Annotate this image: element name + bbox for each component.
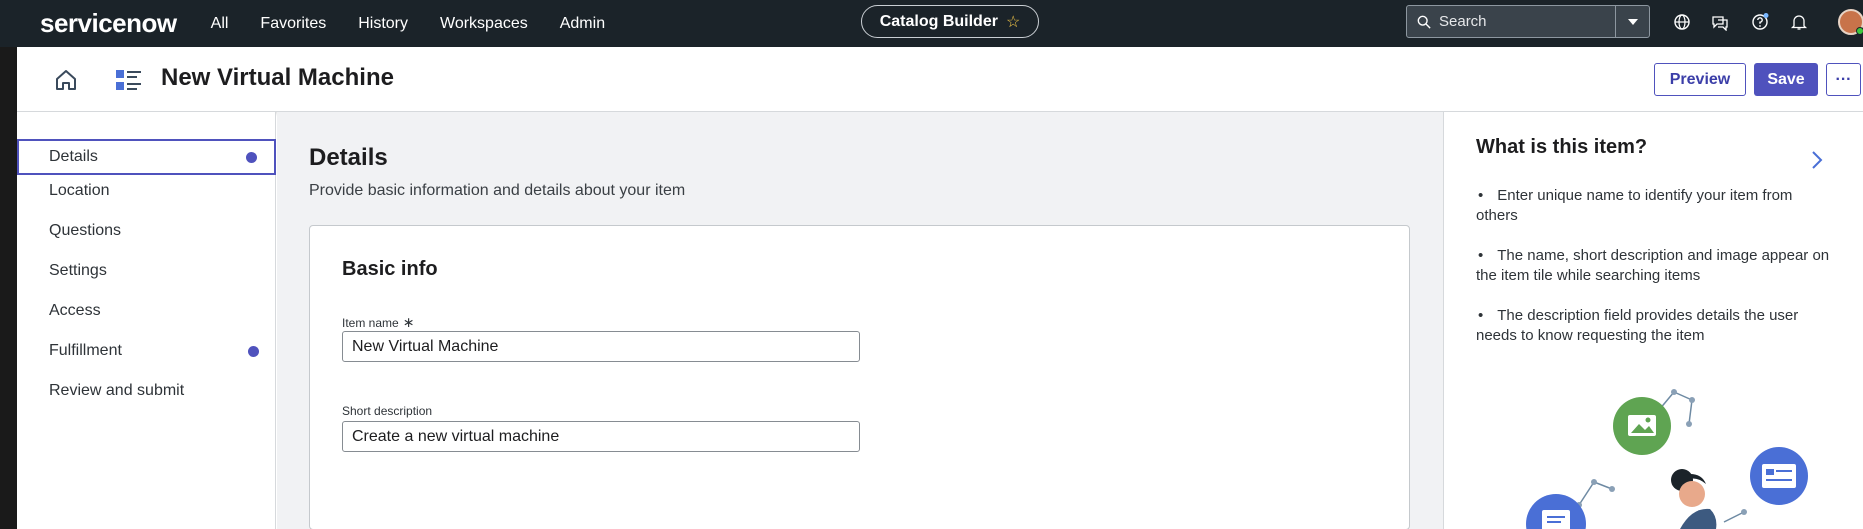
section-subtitle: Provide basic information and details ab… [309,182,686,199]
nav-workspaces[interactable]: Workspaces [440,15,528,33]
preview-button[interactable]: Preview [1654,63,1746,96]
help-item: The description field provides details t… [1476,306,1831,346]
card-title: Basic info [342,258,438,280]
step-label: Questions [49,222,122,239]
step-label: Details [49,148,98,165]
page-header: New Virtual Machine Preview Save ··· [17,47,1863,112]
user-avatar[interactable] [1838,9,1863,35]
item-name-input[interactable] [342,331,860,362]
step-location[interactable]: Location [17,173,276,209]
image-circle-icon [1613,397,1671,455]
step-label: Access [49,302,101,319]
section-title: Details [309,144,388,171]
step-label: Settings [49,262,107,279]
card-circle-icon [1750,447,1808,505]
main-content: Details Provide basic information and de… [277,112,1443,529]
save-button[interactable]: Save [1754,63,1818,96]
step-indicator-dot [246,151,257,163]
bell-icon[interactable] [1790,13,1808,31]
chevron-right-icon[interactable] [1810,149,1824,171]
search-icon [1417,15,1431,29]
step-label: Fulfillment [49,342,122,359]
basic-info-card: Basic info Item name∗ Short description [309,225,1410,529]
context-pill[interactable]: Catalog Builder ☆ [861,5,1039,38]
home-icon[interactable] [53,67,79,93]
item-name-label-text: Item name [342,316,399,330]
help-item: Enter unique name to identify your item … [1476,186,1831,226]
nav-all[interactable]: All [211,15,229,33]
step-questions[interactable]: Questions [17,213,276,249]
person-figure-illustration [1671,469,1717,529]
search-input[interactable] [1439,13,1599,30]
star-icon[interactable]: ☆ [1006,12,1020,32]
online-status-dot [1856,27,1863,35]
nav-favorites[interactable]: Favorites [260,15,326,33]
required-asterisk-icon: ∗ [402,314,415,330]
help-title: What is this item? [1476,136,1648,158]
catalog-item-icon [116,70,141,90]
nav-history[interactable]: History [358,15,408,33]
chevron-down-icon [1627,18,1638,25]
top-navigation-bar: servicenow All Favorites History Workspa… [0,0,1863,47]
document-circle-icon [1526,494,1586,529]
help-illustration [1526,389,1808,529]
help-list: Enter unique name to identify your item … [1476,186,1831,366]
step-details[interactable]: Details [17,139,276,175]
global-search [1406,5,1650,38]
context-pill-label: Catalog Builder [879,12,998,30]
steps-sidebar: Details Location Questions Settings Acce… [17,112,276,529]
item-name-label: Item name ∗ [342,314,414,331]
globe-icon[interactable] [1673,13,1691,31]
window-edge [0,0,17,529]
more-actions-button[interactable]: ··· [1826,63,1861,96]
nav-admin[interactable]: Admin [560,15,605,33]
step-settings[interactable]: Settings [17,253,276,289]
search-scope-dropdown[interactable] [1615,6,1649,37]
main-nav: All Favorites History Workspaces Admin [211,15,637,33]
step-label: Review and submit [49,382,185,399]
step-fulfillment[interactable]: Fulfillment [17,333,276,369]
help-icon[interactable] [1751,13,1769,31]
page-title: New Virtual Machine [161,64,394,91]
step-label: Location [49,182,110,199]
short-description-input[interactable] [342,421,860,452]
step-access[interactable]: Access [17,293,276,329]
servicenow-logo[interactable]: servicenow [40,8,177,39]
help-panel: What is this item? Enter unique name to … [1443,112,1863,529]
step-review-and-submit[interactable]: Review and submit [17,373,276,409]
help-item: The name, short description and image ap… [1476,246,1831,286]
step-indicator-dot [248,345,259,357]
chat-icon[interactable] [1711,13,1729,31]
short-description-label: Short description [342,404,433,418]
